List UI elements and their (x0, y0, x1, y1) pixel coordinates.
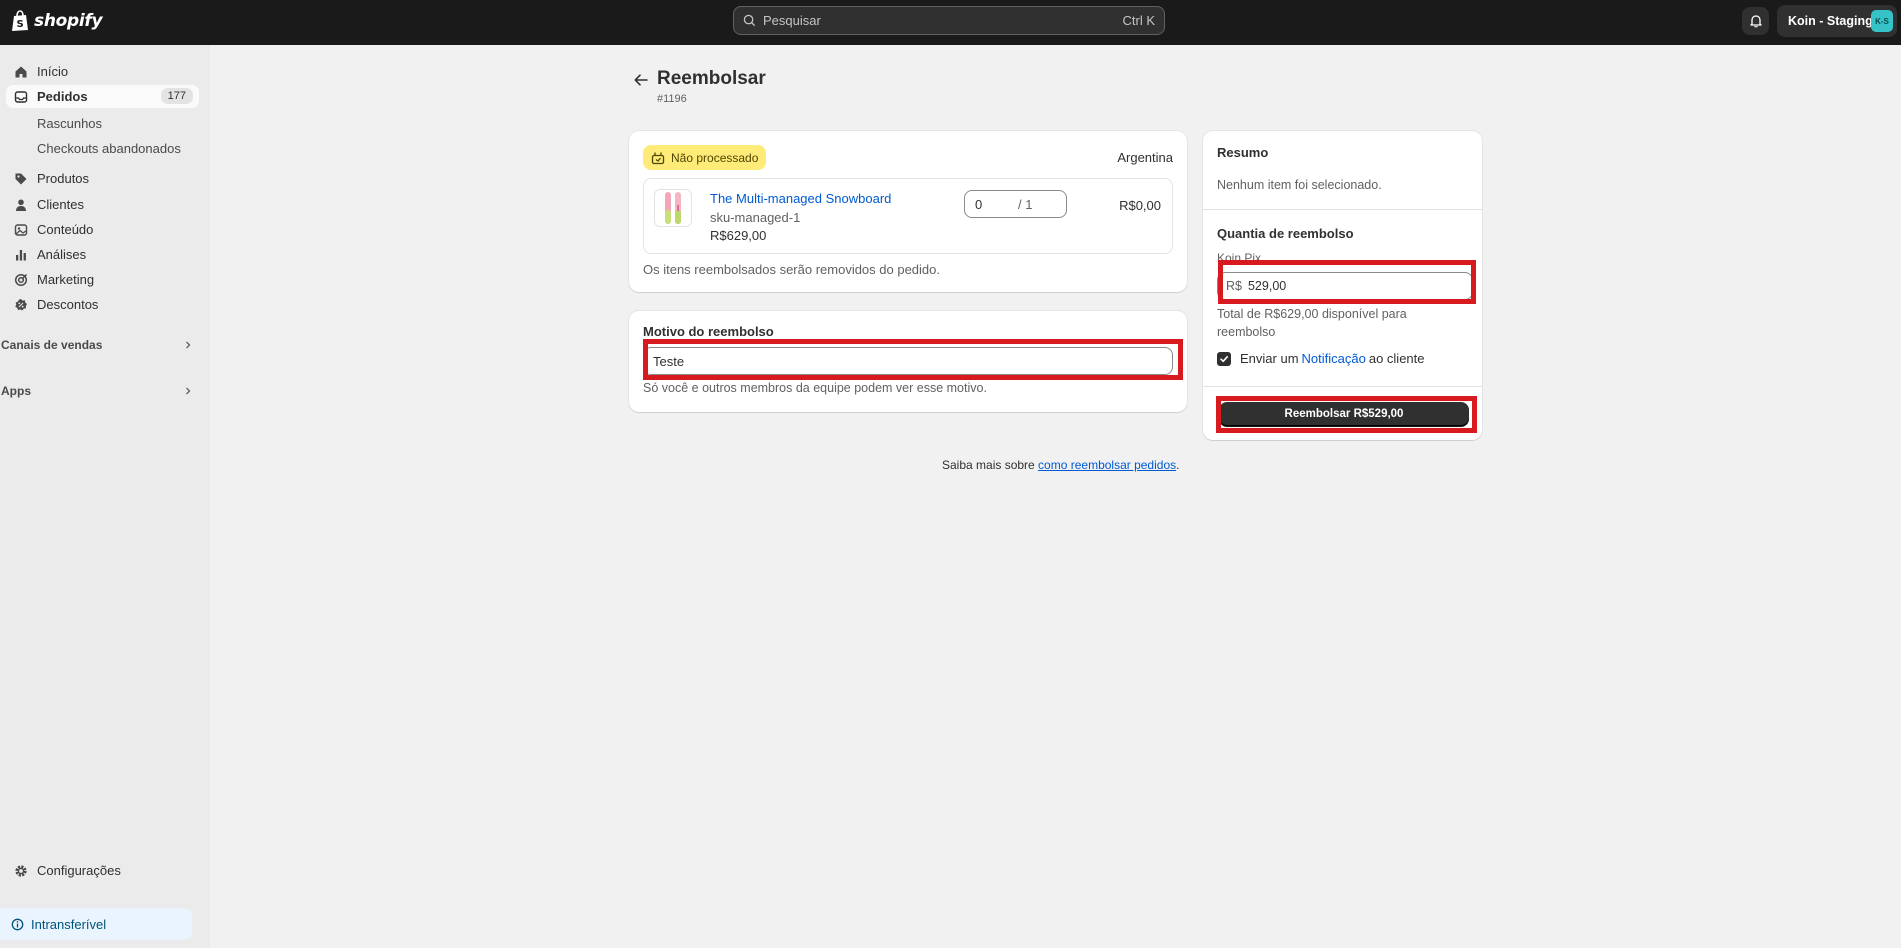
shopify-bag-icon: S (12, 10, 28, 31)
sidebar-item-label: Conteúdo (37, 222, 94, 237)
refund-amount-field[interactable]: R$ (1217, 272, 1473, 300)
home-icon (15, 66, 27, 77)
learn-more-text: Saiba mais sobre como reembolsar pedidos… (942, 458, 1179, 472)
chevron-right-icon (186, 387, 191, 395)
target-icon (14, 273, 28, 286)
learn-more-link[interactable]: como reembolsar pedidos (1038, 458, 1176, 472)
sidebar-item-analises[interactable]: Análises (6, 243, 199, 266)
divider (1203, 209, 1482, 210)
sidebar-item-produtos[interactable]: Produtos (6, 167, 199, 190)
non-transferable-banner[interactable]: Intransferível (0, 908, 192, 940)
refund-reason-card: Motivo do reembolso Só você e outros mem… (629, 311, 1187, 412)
summary-title: Resumo (1217, 145, 1269, 160)
sidebar-item-label: Marketing (37, 272, 95, 287)
discount-icon (15, 298, 27, 310)
bell-icon (1749, 15, 1762, 28)
line-refund-amount: R$0,00 (1119, 198, 1161, 213)
status-badge: Não processado (643, 145, 767, 170)
sidebar-item-label: Análises (37, 247, 87, 262)
product-thumbnail[interactable] (654, 189, 692, 227)
inbox-icon (14, 90, 28, 103)
sidebar-item-conteudo[interactable]: Conteúdo (6, 218, 199, 241)
snowboard-image (665, 192, 681, 224)
gear-icon (15, 864, 27, 877)
notify-checkbox[interactable] (1217, 351, 1231, 366)
content-icon (14, 223, 28, 236)
summary-empty-text: Nenhum item foi selecionado. (1217, 178, 1382, 192)
sidebar-section-apps[interactable]: Apps (1, 384, 193, 398)
search-bar[interactable]: Ctrl K (733, 6, 1165, 35)
refund-reason-label: Motivo do reembolso (643, 324, 774, 339)
quantity-total: / 1 (1018, 197, 1033, 212)
order-number: #1196 (657, 93, 687, 105)
section-label: Apps (1, 384, 31, 398)
top-bar: S shopify Ctrl K Koin - Staging K-S (0, 0, 1901, 45)
divider (1203, 386, 1482, 387)
tag-icon (15, 173, 27, 184)
sidebar: Início Pedidos 177 Rascunhos Checkouts a… (0, 45, 210, 948)
info-icon (11, 918, 24, 930)
product-sku: sku-managed-1 (710, 210, 801, 225)
back-arrow-icon[interactable] (632, 71, 650, 89)
sidebar-item-configuracoes[interactable]: Configurações (14, 863, 121, 878)
notifications-button[interactable] (1742, 7, 1769, 35)
store-menu-button[interactable]: Koin - Staging K-S (1777, 5, 1897, 37)
sidebar-item-descontos[interactable]: Descontos (6, 293, 199, 316)
notify-prefix: Enviar um (1240, 351, 1299, 366)
status-badge-label: Não processado (671, 150, 759, 165)
sidebar-item-inicio[interactable]: Início (6, 60, 199, 83)
refund-amount-input[interactable] (1247, 279, 1448, 293)
sidebar-item-label: Descontos (37, 297, 99, 312)
refund-amount-title: Quantia de reembolso (1217, 226, 1354, 241)
person-icon (16, 199, 26, 211)
unfulfilled-items-card: Não processado Argentina The Multi-manag… (629, 131, 1187, 292)
sidebar-item-label: Clientes (37, 197, 84, 212)
available-amount-text: Total de R$629,00 disponível para reembo… (1217, 307, 1407, 339)
page-title: Reembolsar (657, 68, 766, 89)
store-name: Koin - Staging (1788, 14, 1873, 28)
sidebar-section-canais-de-vendas[interactable]: Canais de vendas (1, 338, 193, 352)
notify-customer-option[interactable]: Enviar um Notificação ao cliente (1217, 351, 1425, 366)
sidebar-subitem-rascunhos[interactable]: Rascunhos (37, 116, 102, 131)
learn-more-prefix: Saiba mais sobre (942, 458, 1039, 472)
quantity-value: 0 (975, 196, 983, 212)
currency-prefix: R$ (1226, 279, 1242, 293)
svg-text:S: S (17, 19, 24, 30)
search-icon (743, 14, 756, 27)
shopify-logo[interactable]: S shopify (11, 9, 103, 33)
product-unit-price: R$629,00 (710, 228, 767, 243)
sidebar-item-label: Início (37, 64, 69, 79)
refund-summary-card: Resumo Nenhum item foi selecionado. Quan… (1203, 131, 1482, 440)
refund-reason-note: Só você e outros membros da equipe podem… (643, 381, 987, 395)
location-label: Argentina (1117, 150, 1173, 165)
fulfillment-box-icon (651, 152, 665, 164)
bar-chart-icon (16, 249, 26, 260)
notification-link[interactable]: Notificação (1302, 351, 1366, 366)
sidebar-item-marketing[interactable]: Marketing (6, 268, 199, 291)
non-transferable-label: Intransferível (31, 916, 107, 932)
orders-count-badge: 177 (160, 88, 193, 104)
chevron-right-icon (186, 341, 191, 349)
sidebar-item-clientes[interactable]: Clientes (6, 193, 199, 216)
sidebar-item-label: Pedidos (37, 89, 88, 104)
payment-gateway-label: Koin Pix (1217, 251, 1262, 265)
product-name-link[interactable]: The Multi-managed Snowboard (710, 191, 891, 206)
store-avatar: K-S (1871, 10, 1893, 32)
refund-reason-input[interactable] (643, 347, 1173, 375)
line-item: The Multi-managed Snowboard sku-managed-… (643, 178, 1173, 254)
sidebar-item-pedidos[interactable]: Pedidos 177 (6, 85, 199, 108)
quantity-input[interactable]: 0 / 1 (964, 190, 1067, 218)
checkmark-icon (1220, 355, 1228, 362)
items-removal-note: Os itens reembolsados serão removidos do… (643, 262, 940, 277)
sidebar-item-label: Configurações (37, 863, 121, 878)
search-input[interactable] (763, 13, 1123, 28)
sidebar-item-label: Produtos (37, 171, 90, 186)
section-label: Canais de vendas (1, 338, 103, 352)
brand-name: shopify (34, 11, 103, 31)
notify-suffix: ao cliente (1368, 351, 1425, 366)
refund-button[interactable]: Reembolsar R$529,00 (1219, 402, 1469, 426)
sidebar-subitem-checkouts-abandonados[interactable]: Checkouts abandonados (37, 141, 181, 156)
search-shortcut: Ctrl K (1122, 13, 1156, 28)
learn-more-suffix: . (1176, 458, 1180, 472)
